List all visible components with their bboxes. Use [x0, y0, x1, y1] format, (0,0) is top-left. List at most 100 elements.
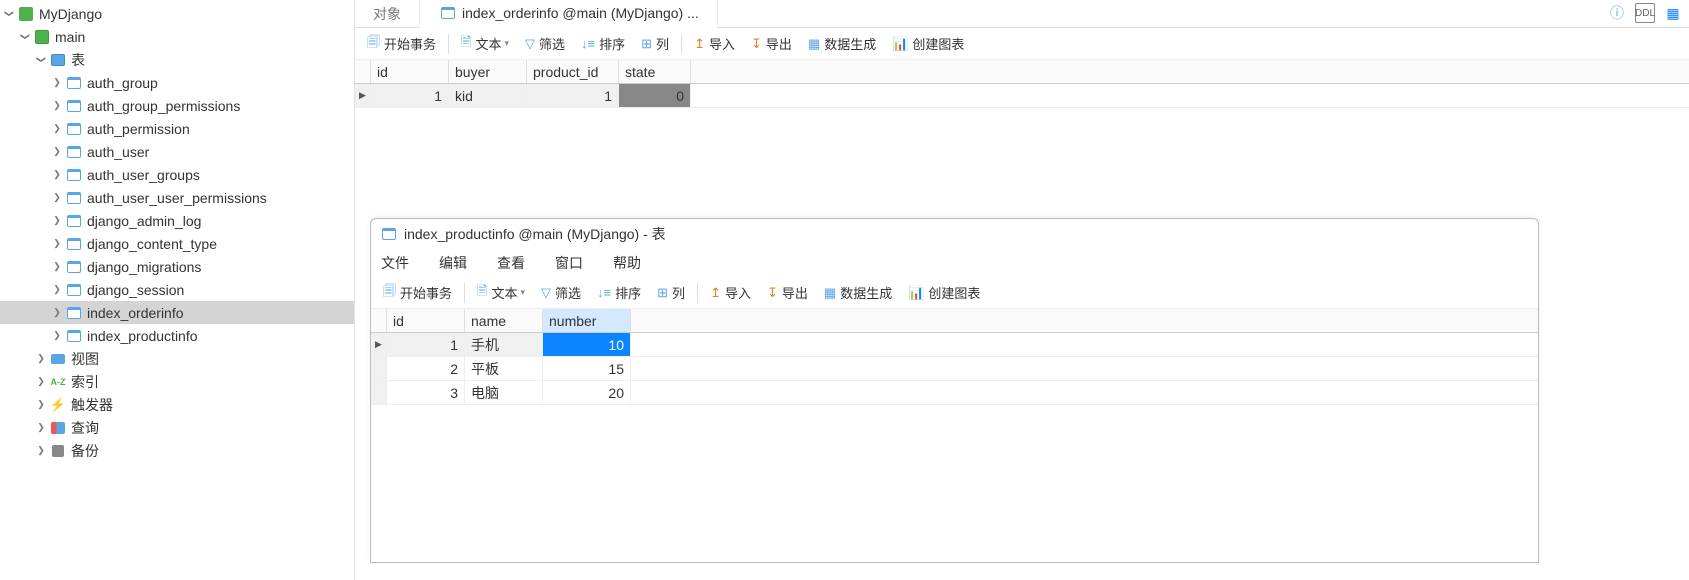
row-header-corner [355, 60, 371, 83]
tab-objects[interactable]: 对象 [355, 0, 420, 28]
chevron-right-icon[interactable] [50, 100, 64, 111]
tree-root[interactable]: MyDjango [0, 2, 354, 25]
col-header-id[interactable]: id [387, 309, 465, 332]
datagen-button[interactable]: ▦数据生成 [818, 281, 898, 304]
grid-header: id name number [371, 309, 1538, 333]
popup-titlebar[interactable]: index_productinfo @main (MyDjango) - 表 [371, 219, 1538, 249]
cell-id[interactable]: 1 [387, 333, 465, 356]
text-icon: 🗎 [461, 33, 471, 55]
chevron-right-icon[interactable] [34, 399, 48, 410]
cell-product-id[interactable]: 1 [527, 84, 619, 107]
grid-row[interactable]: 2平板15 [371, 357, 1538, 381]
menu-window[interactable]: 窗口 [549, 251, 589, 275]
chevron-right-icon[interactable] [50, 146, 64, 157]
cell-id[interactable]: 2 [387, 357, 465, 380]
columns-button[interactable]: ⊞列 [651, 281, 691, 304]
grid-view-icon[interactable]: ▦ [1663, 3, 1683, 23]
table-icon [66, 167, 82, 183]
filter-button[interactable]: ▽筛选 [519, 32, 571, 55]
chevron-right-icon[interactable] [50, 330, 64, 341]
tree-table-auth-group[interactable]: auth_group [0, 71, 354, 94]
cell-name[interactable]: 电脑 [465, 381, 543, 404]
tree-table-index-productinfo[interactable]: index_productinfo [0, 324, 354, 347]
chevron-right-icon[interactable] [50, 261, 64, 272]
chevron-right-icon[interactable] [50, 77, 64, 88]
begin-transaction-button[interactable]: 🗐开始事务 [361, 31, 442, 57]
chevron-right-icon[interactable] [50, 238, 64, 249]
chart-button[interactable]: 📊创建图表 [902, 281, 986, 304]
cell-number[interactable]: 10 [543, 333, 631, 356]
menu-help[interactable]: 帮助 [607, 251, 647, 275]
grid-row[interactable]: 1 kid 1 0 [355, 84, 1689, 108]
col-header-id[interactable]: id [371, 60, 449, 83]
tree-table-label: auth_user_groups [87, 167, 200, 183]
tree-table-index-orderinfo[interactable]: index_orderinfo [0, 301, 354, 324]
col-header-name[interactable]: name [465, 309, 543, 332]
tree-indexes[interactable]: A-Z 索引 [0, 370, 354, 393]
import-button[interactable]: ↥导入 [704, 281, 757, 304]
cell-name[interactable]: 手机 [465, 333, 543, 356]
text-button[interactable]: 🗎文本 [471, 280, 531, 306]
chevron-right-icon[interactable] [34, 422, 48, 433]
tree-table-auth-user[interactable]: auth_user [0, 140, 354, 163]
cell-name[interactable]: 平板 [465, 357, 543, 380]
chart-button[interactable]: 📊创建图表 [886, 32, 970, 55]
cell-state[interactable]: 0 [619, 84, 691, 107]
text-button[interactable]: 🗎文本 [455, 31, 515, 57]
chevron-right-icon[interactable] [50, 192, 64, 203]
export-button[interactable]: ↧导出 [761, 281, 814, 304]
menu-edit[interactable]: 编辑 [433, 251, 473, 275]
tree-table-django-content-type[interactable]: django_content_type [0, 232, 354, 255]
tree-table-django-migrations[interactable]: django_migrations [0, 255, 354, 278]
col-header-state[interactable]: state [619, 60, 691, 83]
cell-id[interactable]: 3 [387, 381, 465, 404]
tree-table-auth-user-user-permissions[interactable]: auth_user_user_permissions [0, 186, 354, 209]
export-button[interactable]: ↧导出 [745, 32, 798, 55]
cell-number[interactable]: 15 [543, 357, 631, 380]
chevron-right-icon[interactable] [50, 284, 64, 295]
menu-file[interactable]: 文件 [375, 251, 415, 275]
tree-table-auth-group-permissions[interactable]: auth_group_permissions [0, 94, 354, 117]
tab-table-active[interactable]: index_orderinfo @main (MyDjango) ... [420, 0, 718, 28]
menu-view[interactable]: 查看 [491, 251, 531, 275]
columns-button[interactable]: ⊞列 [635, 32, 675, 55]
tree-table-auth-permission[interactable]: auth_permission [0, 117, 354, 140]
tree-table-auth-user-groups[interactable]: auth_user_groups [0, 163, 354, 186]
info-icon[interactable]: ⓘ [1607, 3, 1627, 23]
chevron-down-icon[interactable] [34, 54, 48, 65]
begin-transaction-button[interactable]: 🗐开始事务 [377, 280, 458, 306]
grid-row[interactable]: 3电脑20 [371, 381, 1538, 405]
chevron-down-icon[interactable] [18, 31, 32, 42]
tree-table-django-admin-log[interactable]: django_admin_log [0, 209, 354, 232]
chevron-right-icon[interactable] [34, 376, 48, 387]
tree-triggers[interactable]: ⚡ 触发器 [0, 393, 354, 416]
grid-row[interactable]: 1手机10 [371, 333, 1538, 357]
chevron-down-icon[interactable] [2, 8, 16, 19]
filter-button[interactable]: ▽筛选 [535, 281, 587, 304]
ddl-icon[interactable]: DDL [1635, 3, 1655, 23]
tree-backups[interactable]: 备份 [0, 439, 354, 462]
cell-number[interactable]: 20 [543, 381, 631, 404]
sort-button[interactable]: ↓≡排序 [575, 32, 631, 55]
tree-views[interactable]: 视图 [0, 347, 354, 370]
import-button[interactable]: ↥导入 [688, 32, 741, 55]
chevron-right-icon[interactable] [34, 445, 48, 456]
col-header-product-id[interactable]: product_id [527, 60, 619, 83]
chevron-right-icon[interactable] [50, 307, 64, 318]
chevron-right-icon[interactable] [34, 353, 48, 364]
cell-id[interactable]: 1 [371, 84, 449, 107]
col-header-number[interactable]: number [543, 309, 631, 332]
cell-buyer[interactable]: kid [449, 84, 527, 107]
sort-icon: ↓≡ [597, 285, 611, 300]
tree-tables-folder[interactable]: 表 [0, 48, 354, 71]
chevron-right-icon[interactable] [50, 123, 64, 134]
navicat-icon [18, 6, 34, 22]
col-header-buyer[interactable]: buyer [449, 60, 527, 83]
chevron-right-icon[interactable] [50, 169, 64, 180]
tree-queries[interactable]: 查询 [0, 416, 354, 439]
chevron-right-icon[interactable] [50, 215, 64, 226]
sort-button[interactable]: ↓≡排序 [591, 281, 647, 304]
datagen-button[interactable]: ▦数据生成 [802, 32, 882, 55]
tree-schema[interactable]: main [0, 25, 354, 48]
tree-table-django-session[interactable]: django_session [0, 278, 354, 301]
